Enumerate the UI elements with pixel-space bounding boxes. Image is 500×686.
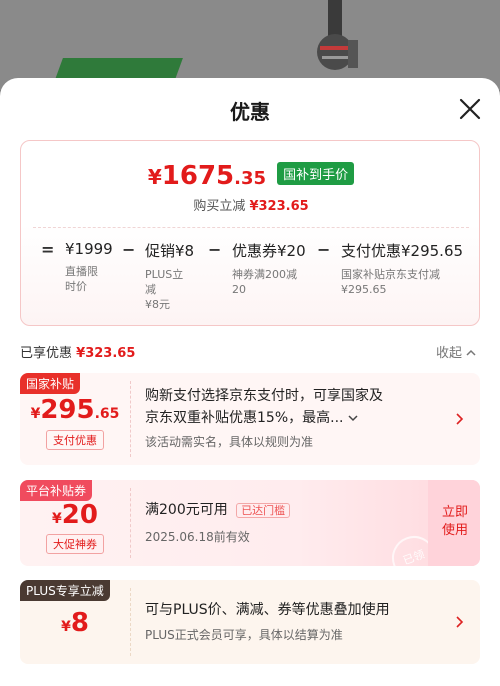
sheet-title: 优惠 bbox=[230, 100, 270, 124]
formula-base-price: ¥1999 直播限时价 bbox=[65, 240, 113, 294]
base-price-value: ¥1999 bbox=[65, 240, 113, 258]
coupon-description-line2: PLUS正式会员可享，具体以结算为准 bbox=[145, 628, 343, 642]
subsidy-price-badge: 国补到手价 bbox=[277, 162, 355, 185]
background-product-area bbox=[0, 0, 500, 118]
coupon-note-amount: 20 bbox=[232, 283, 246, 296]
equals-sign: = bbox=[41, 240, 55, 259]
final-price: ¥1675.35 国补到手价 bbox=[21, 161, 481, 191]
threshold-reached-tag: 已达门槛 bbox=[236, 503, 291, 518]
payment-discount-note: 国家补贴京东支付减 bbox=[341, 268, 440, 281]
price-decimal: .35 bbox=[234, 168, 267, 189]
price-integer: 1675 bbox=[161, 161, 235, 191]
enjoyed-label: 已享优惠 bbox=[20, 346, 73, 361]
coupon-value: 优惠券¥20 bbox=[232, 242, 306, 260]
coupon-note: 神券满200减 bbox=[232, 268, 297, 281]
enjoyed-value: ¥323.65 bbox=[76, 346, 136, 361]
coupon-type-label: 支付优惠 bbox=[46, 430, 104, 450]
coupon-amount: ¥8 bbox=[20, 608, 130, 638]
platform-coupon-card[interactable]: 平台补贴券 ¥20 大促神券 满200元可用 已达门槛 2025.06.18前有… bbox=[20, 480, 480, 566]
instant-discount-label: 购买立减 bbox=[193, 199, 246, 214]
coupon-amount-decimal: .65 bbox=[94, 406, 120, 422]
collapse-button[interactable]: 收起 bbox=[436, 342, 476, 361]
coupon-amount-integer: 295 bbox=[40, 395, 95, 425]
coupon-threshold: 满200元可用 已达门槛 bbox=[145, 500, 291, 521]
coupon-description-line1: 可与PLUS价、满减、券等优惠叠加使用 bbox=[145, 602, 390, 618]
formula-coupon: 优惠券¥20 神券满200减 20 bbox=[232, 240, 306, 297]
promotion-note: PLUS立减 bbox=[145, 268, 184, 296]
coupon-badge: 国家补贴 bbox=[20, 373, 81, 394]
coupon-separator bbox=[130, 488, 131, 558]
product-image bbox=[317, 0, 358, 70]
payment-discount-value: 支付优惠¥295.65 bbox=[341, 242, 464, 260]
chevron-up-icon bbox=[466, 349, 476, 356]
coupon-amount: ¥295.65 bbox=[20, 395, 130, 425]
use-now-button[interactable]: 立即使用 bbox=[442, 504, 468, 540]
coupon-rule-note: 该活动需实名，具体以规则为准 bbox=[145, 435, 314, 449]
minus-sign: − bbox=[317, 240, 331, 259]
promotion-note-amount: ¥8元 bbox=[145, 298, 170, 311]
chevron-right-icon[interactable] bbox=[456, 413, 464, 425]
use-now-area[interactable]: 立即使用 bbox=[428, 480, 480, 566]
coupon-separator bbox=[130, 588, 131, 656]
coupon-expiry: 2025.06.18前有效 bbox=[145, 530, 250, 544]
payment-discount-note-amount: ¥295.65 bbox=[341, 283, 387, 296]
coupon-threshold-text: 满200元可用 bbox=[145, 502, 228, 518]
coupon-separator bbox=[130, 381, 131, 457]
coupon-amount: ¥20 bbox=[20, 500, 130, 530]
minus-sign: − bbox=[122, 240, 136, 259]
coupon-yen: ¥ bbox=[61, 619, 71, 635]
chevron-down-icon[interactable] bbox=[348, 414, 358, 422]
chevron-right-icon[interactable] bbox=[456, 616, 464, 628]
coupon-description-line2: 京东双重补贴优惠15%，最高... bbox=[145, 408, 358, 428]
price-breakdown-card: ¥1675.35 国补到手价 购买立减 ¥323.65 = ¥1999 直播限时… bbox=[20, 140, 480, 326]
coupon-amount-integer: 20 bbox=[61, 500, 98, 530]
collapse-label: 收起 bbox=[436, 346, 463, 361]
coupon-yen: ¥ bbox=[30, 406, 41, 422]
instant-discount-value: ¥323.65 bbox=[249, 199, 309, 214]
minus-sign: − bbox=[208, 240, 222, 259]
enjoyed-discount: 已享优惠 ¥323.65 bbox=[20, 342, 135, 361]
coupon-yen: ¥ bbox=[52, 511, 62, 527]
coupon-description-line1: 购新支付选择京东支付时，可享国家及 bbox=[145, 388, 383, 404]
divider bbox=[33, 227, 469, 228]
coupon-badge: PLUS专享立减 bbox=[20, 580, 110, 601]
coupon-type-label: 大促神券 bbox=[46, 534, 104, 554]
formula-promotion: 促销¥8 PLUS立减 ¥8元 bbox=[145, 240, 194, 312]
plus-discount-card[interactable]: PLUS专享立减 ¥8 可与PLUS价、满减、券等优惠叠加使用 PLUS正式会员… bbox=[20, 580, 480, 664]
coupon-badge: 平台补贴券 bbox=[20, 480, 93, 501]
coupon-description-line2-text: 京东双重补贴优惠15%，最高... bbox=[145, 410, 344, 426]
national-subsidy-card[interactable]: 国家补贴 ¥295.65 支付优惠 购新支付选择京东支付时，可享国家及 京东双重… bbox=[20, 373, 480, 465]
currency-symbol: ¥ bbox=[147, 165, 162, 189]
coupon-amount-integer: 8 bbox=[70, 608, 89, 638]
formula-payment-discount: 支付优惠¥295.65 国家补贴京东支付减 ¥295.65 bbox=[341, 240, 463, 297]
close-icon[interactable] bbox=[458, 97, 482, 121]
instant-discount: 购买立减 ¥323.65 bbox=[21, 195, 481, 214]
base-price-note: 直播限时价 bbox=[65, 265, 98, 293]
promotion-value: 促销¥8 bbox=[145, 242, 195, 260]
price-formula: = ¥1999 直播限时价 − 促销¥8 PLUS立减 ¥8元 − 优惠券¥20… bbox=[21, 240, 481, 320]
